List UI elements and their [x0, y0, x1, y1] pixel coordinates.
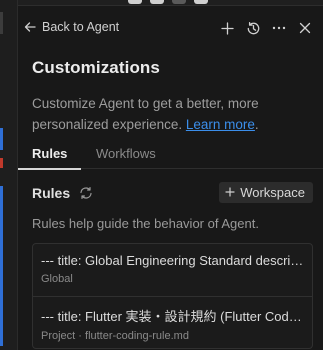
rules-help-text: Rules help guide the behavior of Agent.: [32, 216, 259, 231]
gutter-marker: [0, 128, 3, 150]
rule-item[interactable]: --- title: Global Engineering Standard d…: [33, 244, 312, 296]
customizations-window: Back to Agent Customizations Customize A…: [0, 0, 323, 350]
back-label: Back to Agent: [42, 20, 120, 34]
editor-gutter: [0, 0, 18, 350]
tab-workflows[interactable]: Workflows: [96, 146, 156, 168]
rules-header: Rules Workspace: [32, 182, 313, 206]
titlebar-control[interactable]: [128, 0, 142, 4]
rules-list: --- title: Global Engineering Standard d…: [32, 243, 313, 349]
gutter-marker: [0, 12, 3, 34]
tab-bar: Rules Workflows: [17, 142, 323, 170]
workspace-button-label: Workspace: [240, 185, 305, 200]
rules-section-title: Rules: [32, 185, 71, 201]
close-icon[interactable]: [297, 20, 313, 36]
panel-header: Back to Agent: [19, 18, 323, 42]
page-description: Customize Agent to get a better, more pe…: [32, 93, 304, 135]
customizations-panel: Back to Agent Customizations Customize A…: [17, 6, 323, 350]
add-workspace-rule-button[interactable]: Workspace: [219, 182, 313, 203]
rule-title: --- title: Flutter 実装・設計規約 (Flutter Codi…: [41, 309, 304, 324]
rule-scope: Project · flutter-coding-rule.md: [41, 330, 189, 342]
description-period: .: [254, 117, 259, 132]
history-icon[interactable]: [245, 20, 261, 36]
gutter-marker: [0, 186, 3, 346]
gutter-marker: [0, 158, 3, 168]
titlebar-control[interactable]: [194, 0, 208, 4]
learn-more-link[interactable]: Learn more: [186, 117, 255, 132]
rule-scope: Global: [41, 273, 73, 285]
refresh-icon[interactable]: [79, 186, 93, 205]
more-icon[interactable]: [271, 20, 287, 36]
arrow-left-icon: [24, 21, 36, 33]
rule-title: --- title: Global Engineering Standard d…: [41, 253, 304, 268]
back-to-agent-link[interactable]: Back to Agent: [24, 20, 119, 34]
page-title: Customizations: [32, 58, 160, 77]
titlebar-control[interactable]: [172, 0, 186, 4]
rule-item[interactable]: --- title: Flutter 実装・設計規約 (Flutter Codi…: [33, 296, 312, 348]
titlebar-control[interactable]: [150, 0, 164, 4]
tab-rules[interactable]: Rules: [17, 146, 82, 170]
add-icon[interactable]: [219, 20, 235, 36]
plus-icon: [225, 185, 235, 200]
